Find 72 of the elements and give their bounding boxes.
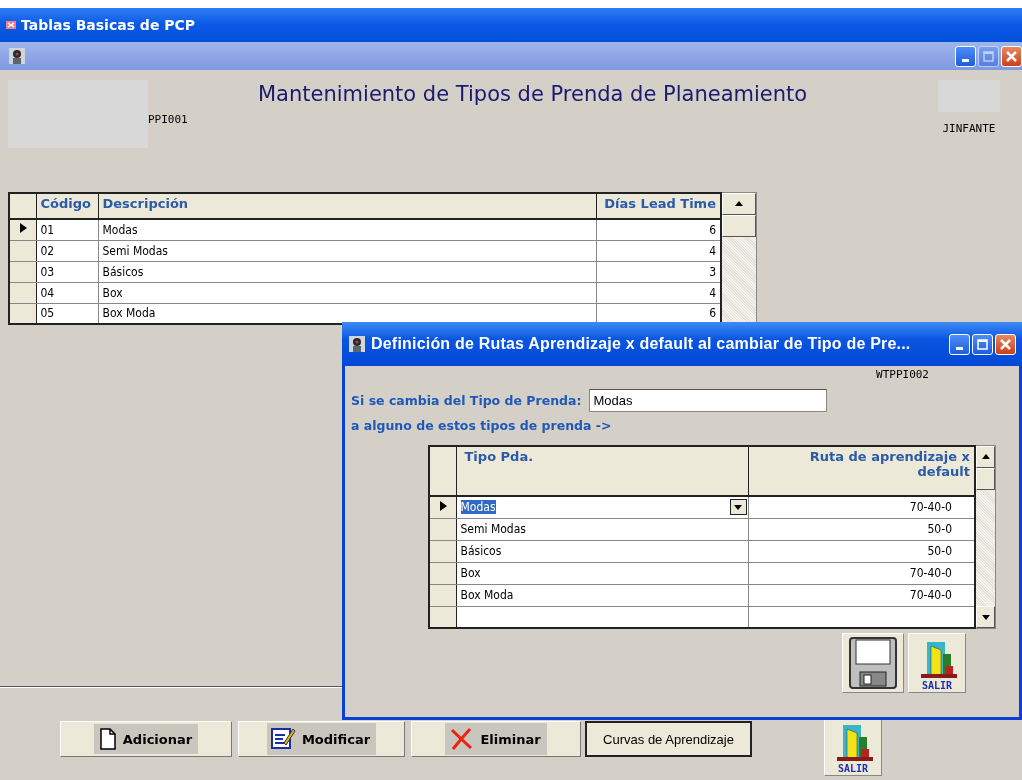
add-button[interactable]: Adicionar (60, 721, 232, 757)
scroll-up-button[interactable] (722, 193, 756, 215)
curves-button[interactable]: Curvas de Aprendizaje (585, 721, 752, 757)
user-name: JINFANTE (942, 122, 996, 135)
close-button[interactable] (1001, 45, 1022, 67)
form-code: PPI001 (148, 113, 188, 126)
scrollbar[interactable] (976, 445, 996, 629)
row-pointer-icon (438, 499, 448, 512)
table-cell: Modas (98, 219, 596, 240)
table-cell: Semi Modas (456, 518, 748, 540)
minimize-icon (962, 58, 969, 62)
exit-label: SALIR (837, 763, 869, 774)
field-label: Si se cambia del Tipo de Prenda: (351, 393, 582, 408)
exit-label: SALIR (921, 680, 953, 691)
table-cell: 01 (36, 219, 98, 240)
table-cell: 03 (36, 261, 98, 282)
app-icon (8, 47, 26, 65)
delete-button[interactable]: Eliminar (411, 721, 581, 757)
row-indicator[interactable] (9, 303, 36, 324)
close-button[interactable] (995, 333, 1016, 355)
close-icon (1005, 49, 1018, 63)
column-header[interactable]: Código (36, 193, 98, 219)
row-indicator[interactable] (429, 562, 456, 584)
table-cell: 02 (36, 240, 98, 261)
input-field[interactable]: Modas (589, 389, 828, 412)
row-indicator[interactable] (9, 219, 36, 240)
row-indicator[interactable] (429, 606, 456, 628)
window-title: Tablas Basicas de PCP (21, 17, 196, 33)
scroll-up-button[interactable] (976, 446, 995, 468)
column-header[interactable]: Días Lead Time (596, 193, 721, 219)
column-header[interactable]: Descripción (98, 193, 596, 219)
minimize-icon (956, 346, 963, 350)
scroll-thumb[interactable] (722, 215, 756, 237)
scrollbar[interactable] (722, 192, 757, 325)
row-indicator[interactable] (429, 496, 456, 518)
instruction-text: a alguno de estos tipos de prenda -> (351, 418, 613, 433)
row-indicator[interactable] (9, 282, 36, 303)
table-cell: Básicos (456, 540, 748, 562)
maximize-button[interactable] (972, 333, 993, 355)
table-cell: Básicos (98, 261, 596, 282)
close-icon (999, 337, 1012, 351)
row-indicator[interactable] (9, 240, 36, 261)
row-indicator[interactable] (9, 261, 36, 282)
row-indicator[interactable] (429, 540, 456, 562)
scroll-down-button[interactable] (976, 606, 995, 628)
table-cell: Box Moda (456, 584, 748, 606)
screen-heading: Mantenimiento de Tipos de Prenda de Planeamiento (258, 82, 809, 106)
dialog-title: Definición de Rutas Aprendizaje x default al cambiar de Tipo de Pre... (371, 335, 912, 353)
dropdown-button[interactable] (729, 499, 747, 516)
notepad-icon (270, 727, 297, 751)
table-cell: 04 (36, 282, 98, 303)
app-icon (348, 335, 366, 353)
edit-button[interactable]: Modificar (238, 721, 405, 757)
scroll-thumb[interactable] (976, 468, 995, 490)
save-button[interactable] (842, 633, 904, 693)
table-cell[interactable]: Modas (460, 500, 496, 515)
page-icon (97, 728, 118, 750)
maximize-icon (983, 50, 994, 62)
row-indicator[interactable] (429, 584, 456, 606)
form-code: WTPPI002 (876, 368, 929, 381)
row-indicator[interactable] (429, 518, 456, 540)
table-cell: Box (98, 282, 596, 303)
minimize-button[interactable] (955, 45, 976, 67)
row-pointer-icon (18, 222, 28, 235)
table-cell: Semi Modas (98, 240, 596, 261)
column-header[interactable]: Ruta de aprendizaje x default (748, 446, 975, 496)
table-cell: Box (456, 562, 748, 584)
exit-button[interactable]: SALIR (908, 633, 966, 693)
maximize-icon (977, 338, 988, 350)
minimize-button[interactable] (949, 333, 970, 355)
app-logo-icon (6, 19, 17, 31)
column-header[interactable]: Tipo Pda. (456, 446, 748, 496)
